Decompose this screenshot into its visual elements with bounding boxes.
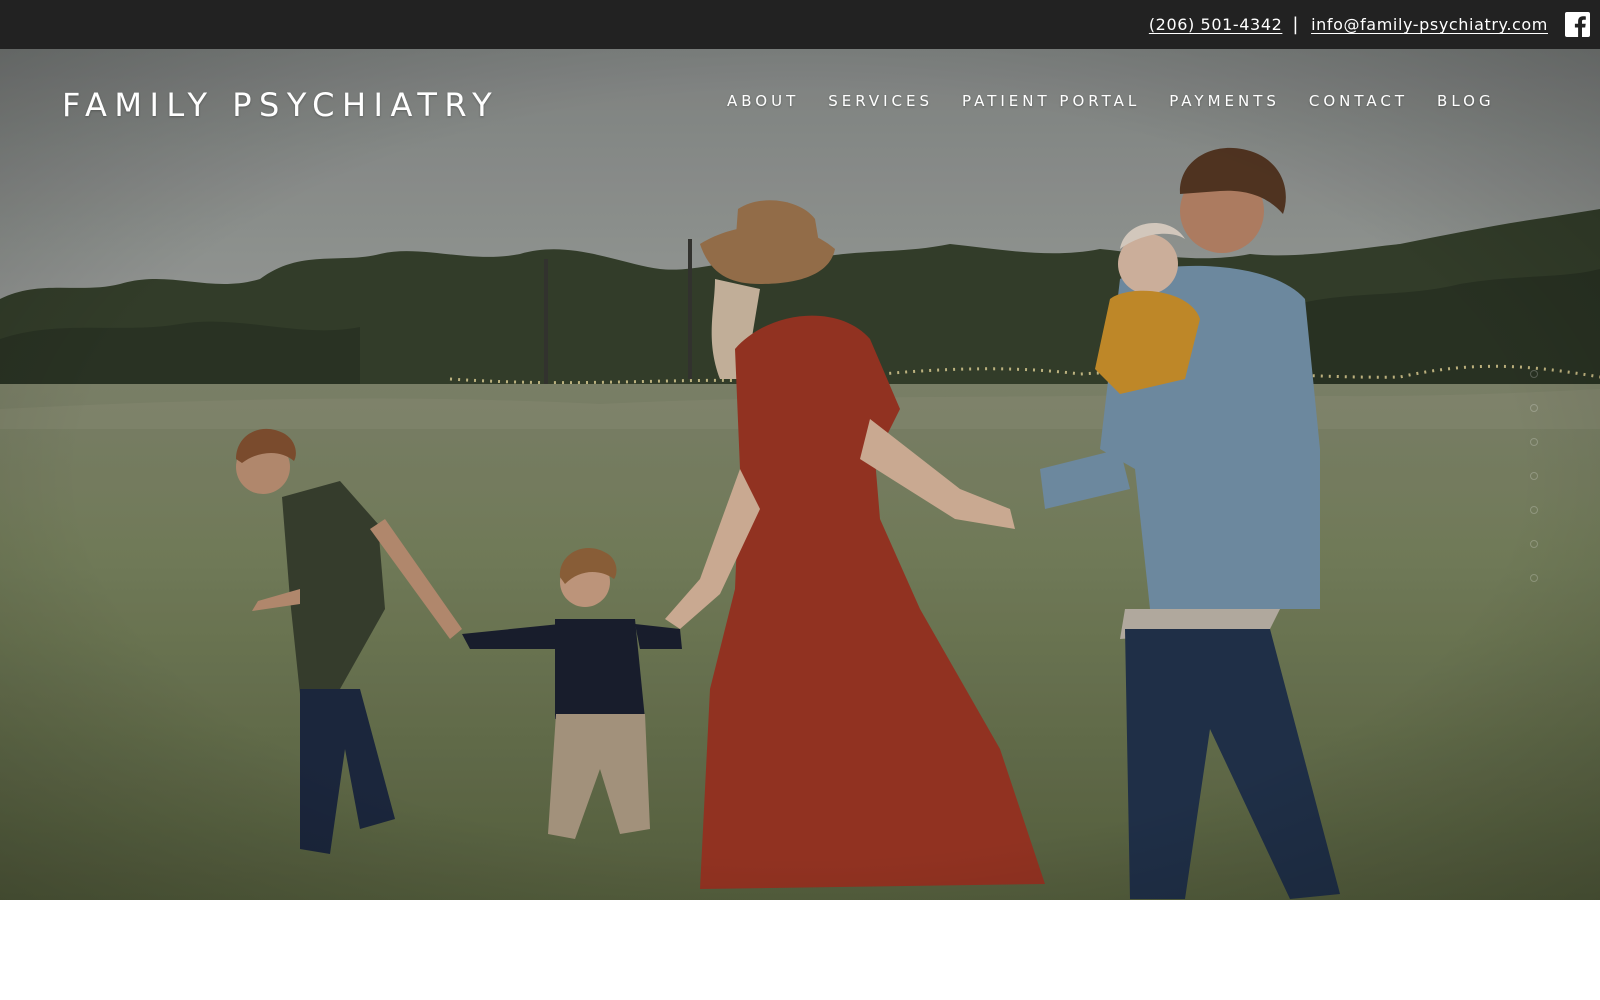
nav-item-payments[interactable]: PAYMENTS	[1169, 92, 1280, 110]
nav-item-about[interactable]: ABOUT	[727, 92, 799, 110]
slide-dot[interactable]	[1530, 506, 1538, 514]
nav-item-contact[interactable]: CONTACT	[1309, 92, 1408, 110]
slide-dot[interactable]	[1530, 574, 1538, 582]
slide-dot[interactable]	[1530, 472, 1538, 480]
slide-dot[interactable]	[1530, 438, 1538, 446]
family-photo-illustration	[0, 49, 1600, 900]
nav-item-patient-portal[interactable]: PATIENT PORTAL	[962, 92, 1140, 110]
nav-item-blog[interactable]: BLOG	[1437, 92, 1495, 110]
contact-separator: |	[1292, 14, 1300, 35]
slide-dot[interactable]	[1530, 370, 1538, 378]
phone-link[interactable]: (206) 501-4342	[1149, 15, 1283, 34]
site-title[interactable]: FAMILY PSYCHIATRY	[62, 86, 499, 124]
slide-dot[interactable]	[1530, 404, 1538, 412]
contact-info: (206) 501-4342 | info@family-psychiatry.…	[1149, 0, 1600, 49]
hero-image	[0, 49, 1600, 900]
facebook-icon[interactable]	[1565, 12, 1590, 37]
slide-dot[interactable]	[1530, 540, 1538, 548]
main-navigation: ABOUT SERVICES PATIENT PORTAL PAYMENTS C…	[727, 92, 1524, 110]
content-area	[0, 900, 1600, 1000]
slide-indicator-dots	[1530, 370, 1538, 608]
email-link[interactable]: info@family-psychiatry.com	[1311, 15, 1548, 34]
nav-item-services[interactable]: SERVICES	[828, 92, 933, 110]
top-contact-bar: (206) 501-4342 | info@family-psychiatry.…	[0, 0, 1600, 49]
